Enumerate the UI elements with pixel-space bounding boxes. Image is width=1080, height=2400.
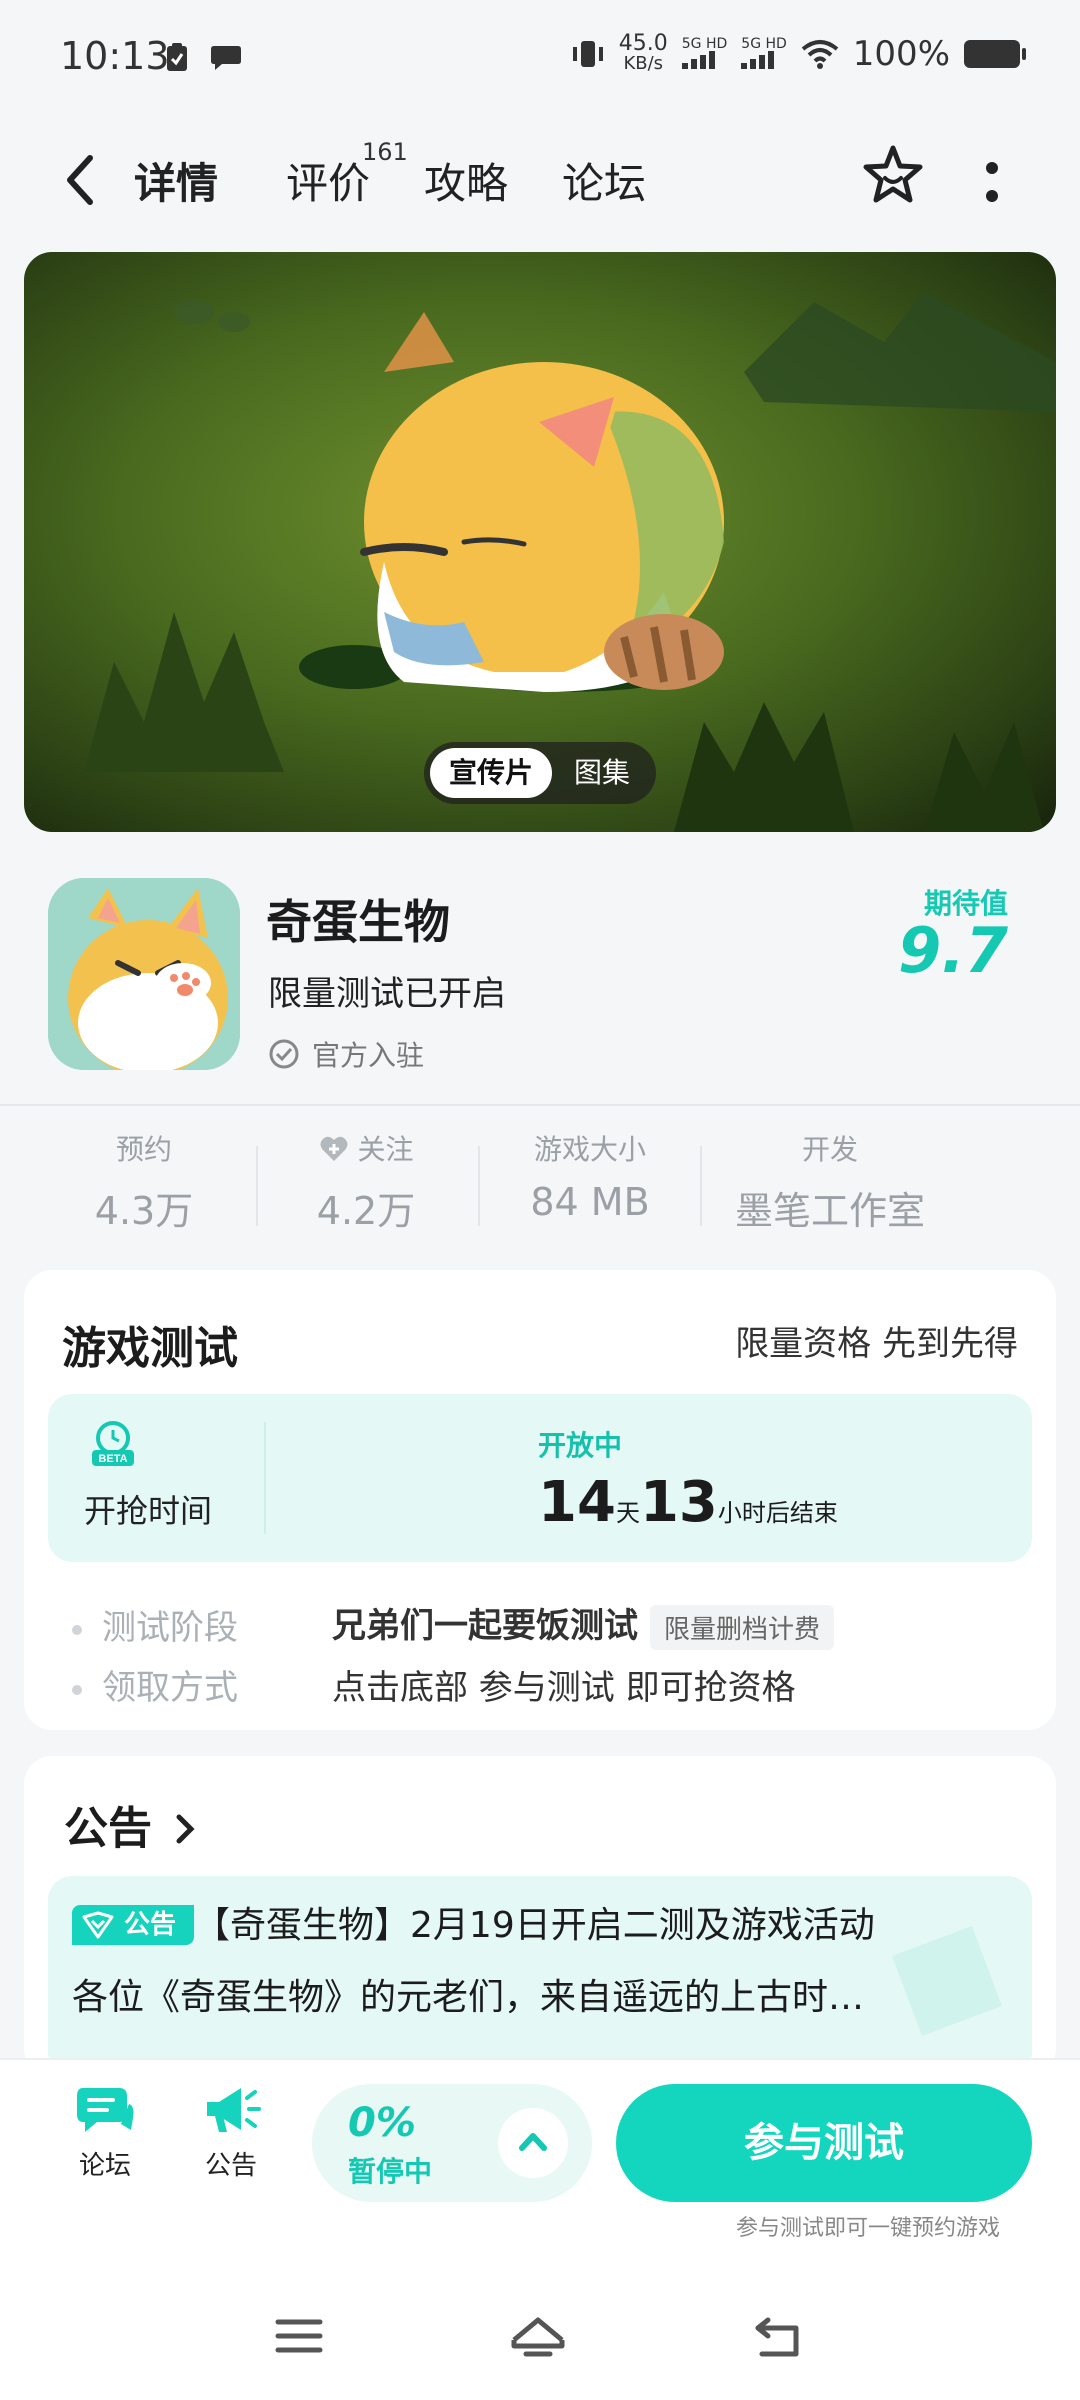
tab-reviews[interactable]: 评价 bbox=[286, 150, 370, 211]
notice-badge: 公告 bbox=[72, 1905, 195, 1945]
app-subtitle: 限量测试已开启 bbox=[268, 974, 506, 1014]
media-toggle: 宣传片 图集 bbox=[424, 742, 656, 804]
back-nav-icon[interactable] bbox=[752, 2314, 808, 2362]
notice-watermark-icon bbox=[892, 1926, 1002, 2036]
megaphone-icon bbox=[207, 2088, 261, 2132]
check-circle-icon bbox=[269, 1039, 299, 1069]
battery-icon bbox=[964, 40, 1026, 68]
forum-button[interactable]: 论坛 bbox=[70, 2082, 140, 2182]
notice-preview: 各位《奇蛋生物》的元老们，来自遥远的上古时… bbox=[72, 1977, 865, 2018]
download-progress[interactable]: 0% 暂停中 bbox=[312, 2084, 592, 2202]
stat-label: 开发 bbox=[801, 1133, 858, 1166]
timer-separator bbox=[264, 1422, 266, 1534]
back-arrow-icon[interactable] bbox=[60, 150, 100, 210]
vibrate-icon bbox=[572, 41, 603, 67]
stat-value: 4.3万 bbox=[94, 1189, 194, 1233]
heart-plus-icon bbox=[320, 1136, 348, 1161]
stat-separator bbox=[256, 1146, 258, 1226]
tab-details[interactable]: 详情 bbox=[134, 150, 218, 211]
notice-headline: 公告 【奇蛋生物】2月19日开启二测及游戏活动 bbox=[72, 1896, 875, 1948]
status-bar: 10:13 45.0 KB/s 5G HD 5G HD 100% bbox=[0, 0, 1080, 110]
official-verified: 官方入驻 bbox=[268, 1034, 424, 1074]
chevron-up-icon bbox=[519, 2133, 547, 2151]
tab-forum[interactable]: 论坛 bbox=[562, 150, 646, 211]
notice-button[interactable]: 公告 bbox=[196, 2082, 266, 2182]
tab-guides[interactable]: 攻略 bbox=[424, 150, 508, 211]
join-test-note: 参与测试即可一键预约游戏 bbox=[735, 2216, 1000, 2241]
stat-label: 游戏大小 bbox=[533, 1133, 646, 1166]
app-name: 奇蛋生物 bbox=[266, 895, 450, 949]
chevron-right-icon bbox=[176, 1814, 195, 1844]
countdown: 14天13小时后结束 bbox=[538, 1470, 838, 1535]
beta-clock-icon: BETA bbox=[92, 1421, 134, 1466]
clipboard-icon bbox=[167, 43, 187, 71]
forum-label: 论坛 bbox=[78, 2151, 131, 2181]
stat-reservations: 预约 4.3万 bbox=[64, 1128, 224, 1235]
test-timer-box: BETA 开抢时间 开放中 14天13小时后结束 bbox=[48, 1394, 1032, 1562]
more-options-icon[interactable] bbox=[985, 160, 999, 204]
home-icon[interactable] bbox=[508, 2314, 568, 2362]
progress-percent: 0% bbox=[348, 2100, 416, 2146]
cat-logo-icon bbox=[48, 878, 240, 1070]
battery-percent: 100% bbox=[852, 34, 950, 74]
stat-value: 4.2万 bbox=[316, 1189, 416, 1233]
timer-label: 开抢时间 bbox=[84, 1492, 213, 1530]
status-time: 10:13 bbox=[60, 34, 170, 78]
signal-1: 5G HD bbox=[681, 37, 727, 72]
test-slogan: 限量资格 先到先得 bbox=[735, 1324, 1018, 1364]
notice-card[interactable]: 公告 公告 【奇蛋生物】2月19日开启二测及游戏活动 各位《奇蛋生物》的元老们，… bbox=[24, 1756, 1056, 2076]
stat-label: 预约 bbox=[115, 1133, 172, 1166]
stat-value: 84 MB bbox=[530, 1180, 650, 1224]
signal-bars-icon bbox=[681, 50, 715, 69]
stat-label: 关注 bbox=[286, 1128, 446, 1168]
claim-value: 点击底部 参与测试 即可抢资格 bbox=[332, 1668, 796, 1708]
toggle-video[interactable]: 宣传片 bbox=[430, 748, 552, 798]
bottom-action-bar: 论坛 公告 0% 暂停中 参与测试 参与测试即可一键预约游戏 bbox=[0, 2058, 1080, 2400]
test-status: 开放中 bbox=[538, 1429, 623, 1462]
signal-bars-icon bbox=[741, 50, 775, 69]
join-test-button[interactable]: 参与测试 bbox=[616, 2084, 1032, 2202]
notice-tag-icon bbox=[82, 1911, 114, 1939]
expectation-score: 9.7 bbox=[898, 914, 1008, 987]
stat-game-size: 游戏大小 84 MB bbox=[500, 1128, 680, 1224]
review-count: 161 bbox=[362, 138, 408, 166]
notice-title[interactable]: 公告 bbox=[64, 1792, 199, 1856]
stat-separator bbox=[700, 1146, 702, 1226]
menu-icon[interactable] bbox=[274, 2314, 324, 2358]
game-test-card: 游戏测试 限量资格 先到先得 BETA 开抢时间 开放中 14天13小时后结束 … bbox=[24, 1270, 1056, 1730]
stat-follows: 关注 4.2万 bbox=[286, 1128, 446, 1235]
progress-status: 暂停中 bbox=[348, 2155, 433, 2188]
app-icon bbox=[48, 878, 240, 1070]
stage-value: 兄弟们一起要饭测试 限量删档计费 bbox=[332, 1598, 835, 1650]
claim-label: 领取方式 bbox=[72, 1660, 238, 1709]
expand-button[interactable] bbox=[498, 2108, 568, 2178]
signal-2: 5G HD bbox=[741, 37, 787, 72]
official-label: 官方入驻 bbox=[312, 1039, 425, 1072]
notice-label: 公告 bbox=[204, 2151, 257, 2181]
test-title: 游戏测试 bbox=[62, 1323, 238, 1374]
toggle-gallery[interactable]: 图集 bbox=[554, 748, 650, 798]
message-icon bbox=[211, 46, 241, 70]
star-follow-icon[interactable] bbox=[860, 142, 926, 208]
section-divider bbox=[0, 1104, 1080, 1106]
stat-value: 墨笔工作室 bbox=[734, 1189, 925, 1233]
top-navigation: 详情 评价 161 攻略 论坛 bbox=[0, 130, 1080, 230]
stage-tag: 限量删档计费 bbox=[650, 1605, 835, 1650]
network-speed: 45.0 KB/s bbox=[618, 31, 668, 74]
forum-chat-icon bbox=[77, 2088, 134, 2132]
notice-item[interactable]: 公告 【奇蛋生物】2月19日开启二测及游戏活动 各位《奇蛋生物》的元老们，来自遥… bbox=[48, 1876, 1032, 2076]
svg-text:BETA: BETA bbox=[98, 1453, 127, 1465]
wifi-icon bbox=[801, 40, 839, 69]
stat-developer[interactable]: 开发 墨笔工作室 bbox=[720, 1128, 940, 1235]
hero-media[interactable]: 宣传片 图集 bbox=[24, 252, 1056, 832]
stat-separator bbox=[478, 1146, 480, 1226]
stage-label: 测试阶段 bbox=[72, 1600, 238, 1649]
